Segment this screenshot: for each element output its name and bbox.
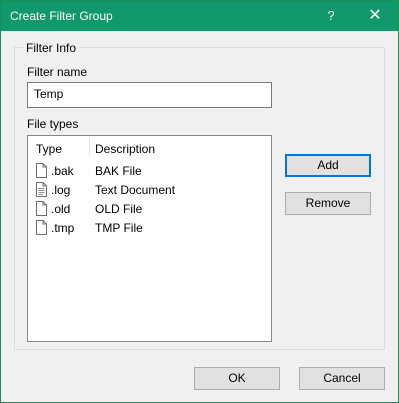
file-type-ext: .log — [51, 183, 71, 197]
file-types-list[interactable]: Type Description .bak BAK File .log Text… — [27, 135, 272, 342]
file-type-description: OLD File — [95, 202, 143, 216]
cancel-button[interactable]: Cancel — [299, 367, 385, 390]
file-type-description: Text Document — [95, 183, 176, 197]
column-header-type[interactable]: Type — [36, 142, 62, 156]
column-header-description[interactable]: Description — [95, 142, 155, 156]
title-bar[interactable]: Create Filter Group ? ✕ — [1, 1, 398, 31]
ok-button[interactable]: OK — [194, 367, 280, 390]
list-item[interactable]: .tmp TMP File — [28, 219, 271, 238]
list-item[interactable]: .bak BAK File — [28, 162, 271, 181]
file-types-label: File types — [27, 117, 79, 131]
list-item[interactable]: .log Text Document — [28, 181, 271, 200]
blank-file-icon — [36, 220, 47, 235]
file-type-description: TMP File — [95, 221, 143, 235]
blank-file-icon — [36, 201, 47, 216]
remove-button[interactable]: Remove — [285, 192, 371, 215]
add-button[interactable]: Add — [285, 154, 371, 177]
filter-info-legend: Filter Info — [23, 41, 80, 55]
file-type-ext: .tmp — [51, 221, 75, 235]
text-file-icon — [36, 182, 47, 197]
blank-file-icon — [36, 163, 47, 178]
list-header: Type Description — [28, 136, 271, 158]
filter-name-input[interactable]: Temp — [27, 82, 272, 108]
file-type-ext: .old — [51, 202, 71, 216]
file-type-description: BAK File — [95, 164, 142, 178]
help-button[interactable]: ? — [314, 1, 348, 31]
dialog-window: Create Filter Group ? ✕ Filter Info Filt… — [0, 0, 399, 403]
dialog-body: Filter Info Filter name Temp File types … — [1, 31, 398, 402]
window-title: Create Filter Group — [10, 9, 113, 23]
filter-name-label: Filter name — [27, 65, 88, 79]
list-item[interactable]: .old OLD File — [28, 200, 271, 219]
file-type-ext: .bak — [51, 164, 74, 178]
close-button[interactable]: ✕ — [358, 1, 392, 31]
column-divider[interactable] — [89, 138, 90, 156]
